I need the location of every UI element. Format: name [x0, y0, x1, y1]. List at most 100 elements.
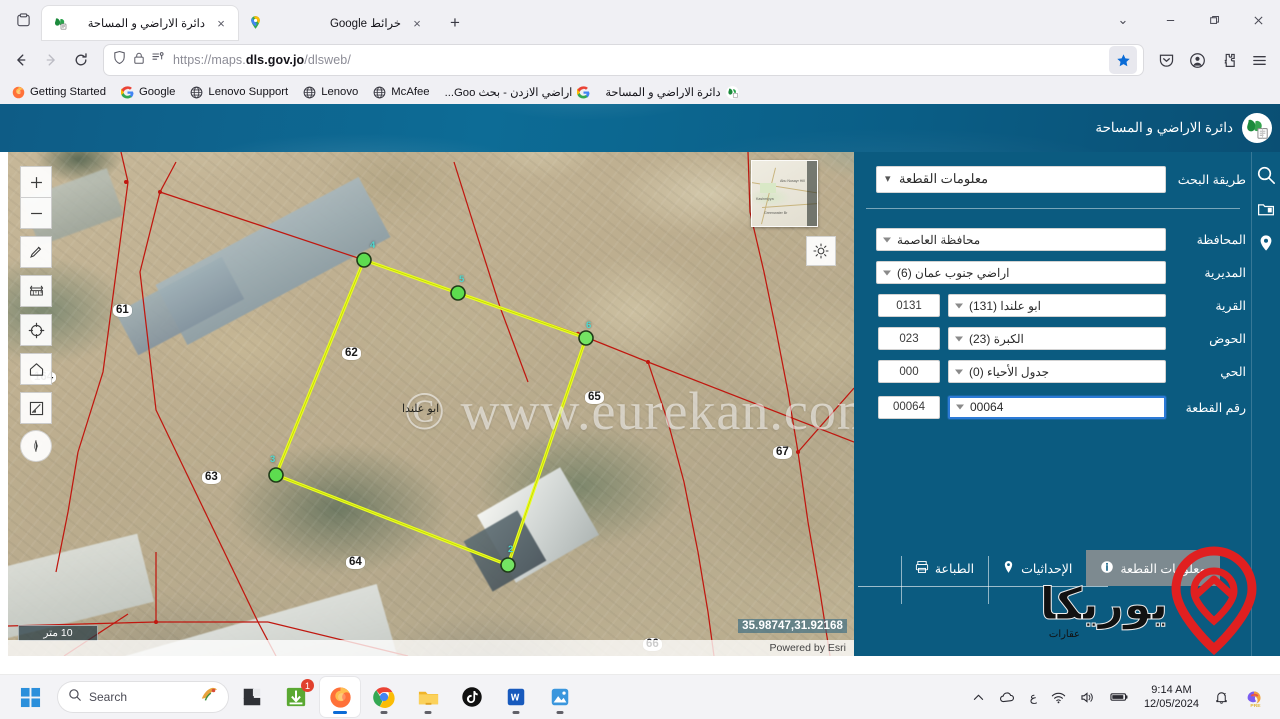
tab-dls[interactable]: دائرة الاراضي و المساحة × [42, 6, 238, 40]
bookmark-jordan-lands-search[interactable]: اراضي الازدن - بحث Goo... [439, 84, 597, 101]
app-menu-icon[interactable] [1244, 45, 1274, 75]
basin-code-input[interactable]: 023 [878, 327, 940, 350]
search-mode-row: ▾ معلومات القطعة طريقة البحث [854, 152, 1252, 196]
list-all-tabs-icon[interactable] [6, 3, 40, 37]
tab-parcel-info-label: معلومات القطعة [1120, 561, 1206, 576]
minimap-road [761, 167, 777, 225]
tab-printing[interactable]: الطباعة [900, 550, 988, 604]
basin-select[interactable]: الكبرة (23) [948, 327, 1166, 350]
address-bar[interactable]: https://maps.dls.gov.jo/dlsweb/ [104, 45, 1143, 75]
parcel-number-value: 00064 [970, 400, 1004, 414]
bookmark-getting-started[interactable]: Getting Started [6, 84, 112, 101]
governorate-select[interactable]: محافظة العاصمة [876, 228, 1166, 251]
close-icon[interactable]: × [212, 14, 230, 32]
notification-bell-icon[interactable]: z [1207, 675, 1236, 719]
zoom-in-icon[interactable] [20, 166, 52, 198]
location-pin-icon[interactable] [1252, 226, 1280, 260]
taskbar-app-firefox[interactable] [320, 677, 360, 717]
shield-icon[interactable] [112, 50, 127, 70]
bookmark-label: McAfee [391, 86, 430, 98]
clock-date: 12/05/2024 [1143, 698, 1199, 710]
home-extent-icon[interactable] [20, 353, 52, 385]
village-select[interactable]: ابو علندا (131) [948, 294, 1166, 317]
minimize-button[interactable] [1148, 0, 1192, 40]
globe-icon [190, 86, 203, 99]
wifi-icon[interactable] [1044, 675, 1073, 719]
divider [866, 208, 1240, 209]
reader-mode-icon[interactable] [151, 51, 166, 69]
locate-target-icon[interactable] [20, 314, 52, 346]
taskbar-app-photos[interactable] [540, 677, 580, 717]
directorate-select[interactable]: اراضي جنوب عمان (6) [876, 261, 1166, 284]
clock[interactable]: 9:14 AM 12/05/2024 [1136, 683, 1207, 711]
url-text[interactable]: https://maps.dls.gov.jo/dlsweb/ [166, 53, 1109, 67]
layers-folder-icon[interactable] [1252, 192, 1280, 226]
neighborhood-select[interactable]: جدول الأحياء (0) [948, 360, 1166, 383]
bookmark-mcafee[interactable]: McAfee [367, 84, 435, 101]
new-tab-button[interactable]: + [442, 10, 468, 36]
select-rectangle-icon[interactable] [20, 392, 52, 424]
back-button[interactable] [6, 45, 36, 75]
extensions-icon[interactable] [1213, 45, 1243, 75]
parcel-number-code-input[interactable]: 00064 [878, 395, 940, 419]
measure-pencil-icon[interactable] [20, 236, 52, 268]
bookmark-star-icon[interactable] [1109, 46, 1137, 74]
bookmark-dls[interactable]: دائرة الاراضي و المساحة [599, 84, 744, 101]
search-icon[interactable] [1252, 158, 1280, 192]
bookmark-google[interactable]: Google [115, 84, 181, 101]
google-maps-pin-icon [248, 15, 264, 31]
windows-start-icon[interactable] [10, 677, 50, 717]
forward-button[interactable] [36, 45, 66, 75]
jordan-dls-icon [725, 85, 739, 99]
overview-minimap[interactable]: Abu Nusayr Hill Kashmiyya Greenwater Br [751, 160, 818, 227]
measure-distance-icon[interactable] [20, 275, 52, 307]
copilot-icon[interactable]: PRE [1236, 675, 1274, 719]
pocket-save-icon[interactable] [1151, 45, 1181, 75]
maximize-restore-button[interactable] [1192, 0, 1236, 40]
cloud-icon[interactable] [992, 675, 1023, 719]
tab-printing-label: الطباعة [934, 561, 975, 576]
bookmark-lenovo[interactable]: Lenovo [297, 84, 364, 101]
language-indicator[interactable]: ع [1023, 675, 1044, 719]
svg-text:z: z [1224, 691, 1227, 696]
close-icon[interactable]: × [408, 14, 426, 32]
map-canvas[interactable]: © www.eurekan.com 61 62 164 65 63 67 64 … [8, 152, 854, 656]
neighborhood-value: جدول الأحياء (0) [969, 364, 1050, 379]
parcel-number-select[interactable]: 00064 [948, 395, 1166, 419]
search-mode-select[interactable]: ▾ معلومات القطعة [876, 165, 1166, 193]
village-value: ابو علندا (131) [969, 298, 1041, 313]
chevron-up-icon[interactable] [965, 675, 992, 719]
bookmark-label: دائرة الاراضي و المساحة [605, 86, 721, 99]
taskbar-app-chrome[interactable] [364, 677, 404, 717]
jordan-map-book-logo-icon[interactable] [1242, 113, 1272, 143]
running-indicator [424, 711, 432, 714]
battery-icon[interactable] [1103, 675, 1136, 719]
village-code-input[interactable]: 0131 [878, 294, 940, 317]
chevron-down-icon[interactable]: ⌄ [1098, 0, 1148, 40]
taskbar-app-lenovo-vantage[interactable] [232, 677, 272, 717]
search-input[interactable]: Search [58, 682, 228, 712]
map-attribution: Powered by Esri [8, 640, 854, 656]
bookmark-lenovo-support[interactable]: Lenovo Support [184, 84, 294, 101]
taskbar-app-file-explorer[interactable] [408, 677, 448, 717]
compass-north-icon[interactable] [20, 430, 52, 462]
zoom-out-icon[interactable] [20, 197, 52, 229]
lock-icon[interactable] [132, 51, 146, 70]
reload-button[interactable] [66, 45, 96, 75]
neighborhood-code-input[interactable]: 000 [878, 360, 940, 383]
vertex-label: 4 [370, 240, 376, 251]
brightness-sun-icon[interactable] [806, 236, 836, 266]
url-status-icons [110, 50, 166, 70]
windows-taskbar: Search 1 ع 9:14 AM 12/05/2024 z PRE [0, 675, 1280, 719]
navigation-toolbar: https://maps.dls.gov.jo/dlsweb/ [0, 40, 1280, 80]
taskbar-widget-icon[interactable] [198, 686, 220, 709]
taskbar-app-file-manager[interactable]: 1 [276, 677, 316, 717]
chevron-down-icon [955, 369, 963, 374]
taskbar-app-tiktok[interactable] [452, 677, 492, 717]
taskbar-app-word[interactable] [496, 677, 536, 717]
tab-google-maps[interactable]: خرائط Google × [238, 6, 434, 40]
speaker-icon[interactable] [1073, 675, 1103, 719]
neighborhood-row: 000 جدول الأحياء (0) الحي [854, 355, 1252, 388]
close-window-button[interactable] [1236, 0, 1280, 40]
account-icon[interactable] [1182, 45, 1212, 75]
